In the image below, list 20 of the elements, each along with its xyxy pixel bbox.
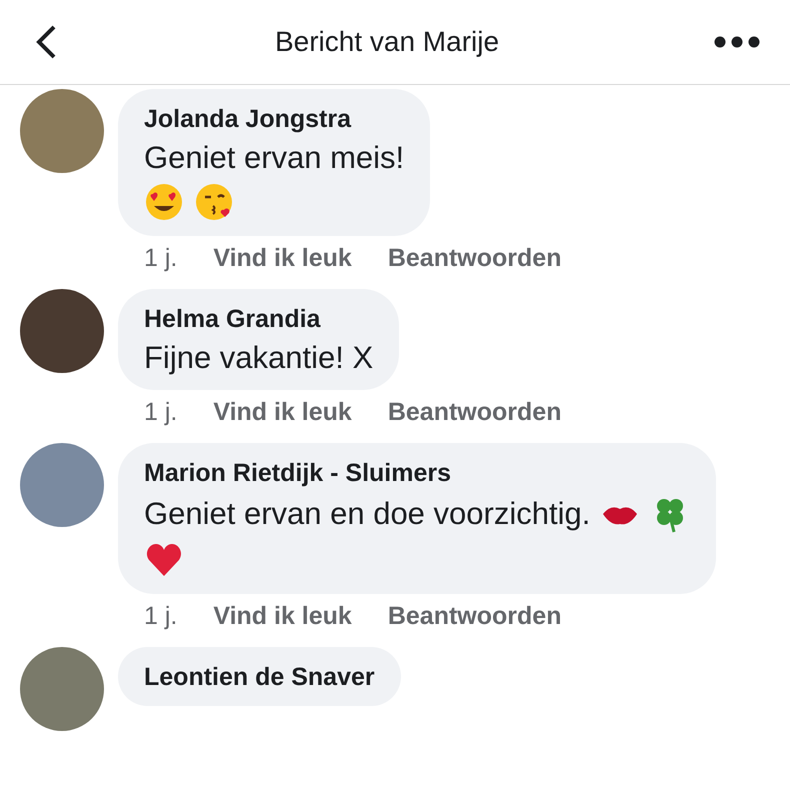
comment-author: Leontien de Snaver (144, 663, 375, 692)
page-title: Bericht van Marije (274, 26, 500, 58)
comment-text: Fijne vakantie! X (144, 340, 374, 376)
comment-time: 1 j. (144, 244, 178, 273)
like-link[interactable]: Vind ik leuk (213, 244, 352, 273)
kissing-face-icon (194, 182, 234, 222)
comment-time: 1 j. (144, 398, 178, 427)
comment-author: Marion Rietdijk - Sluimers (144, 459, 452, 488)
comment-text: Geniet ervan en doe voorzichtig. (144, 496, 590, 532)
reply-link[interactable]: Beantwoorden (388, 602, 562, 631)
like-link[interactable]: Vind ik leuk (213, 398, 352, 427)
reply-link[interactable]: Beantwoorden (388, 244, 562, 273)
more-options-icon (714, 36, 760, 48)
comment-author: Helma Grandia (144, 305, 322, 334)
comment-author: Jolanda Jongstra (144, 105, 352, 134)
like-link[interactable]: Vind ik leuk (213, 602, 352, 631)
heart-eyes-face-icon (144, 182, 184, 222)
comment-time: 1 j. (144, 602, 178, 631)
comment-text: Geniet ervan meis! (144, 140, 404, 176)
reply-link[interactable]: Beantwoorden (388, 398, 562, 427)
